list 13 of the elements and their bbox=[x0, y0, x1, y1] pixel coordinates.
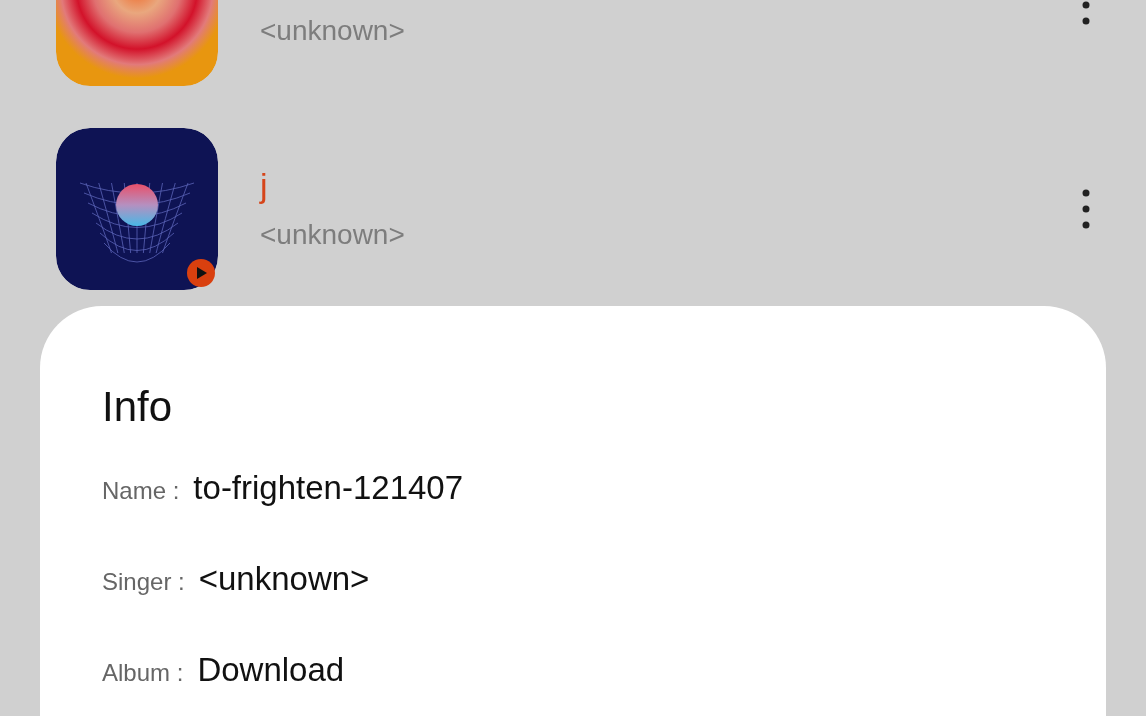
song-artist: <unknown> bbox=[260, 220, 406, 250]
song-row[interactable]: <unknown> bbox=[56, 0, 1090, 86]
song-row[interactable]: j <unknown> bbox=[56, 128, 1090, 290]
field-label: Album : bbox=[102, 658, 184, 688]
song-title: j bbox=[260, 168, 269, 202]
field-value: <unknown> bbox=[198, 561, 370, 597]
field-label: Name : bbox=[102, 476, 180, 506]
more-icon[interactable] bbox=[1082, 189, 1090, 229]
field-label: Singer : bbox=[102, 567, 185, 597]
sheet-title: Info bbox=[102, 384, 174, 430]
field-value: Download bbox=[197, 652, 345, 688]
field-value: to-frighten-121407 bbox=[193, 470, 464, 506]
song-artist: <unknown> bbox=[260, 16, 406, 46]
